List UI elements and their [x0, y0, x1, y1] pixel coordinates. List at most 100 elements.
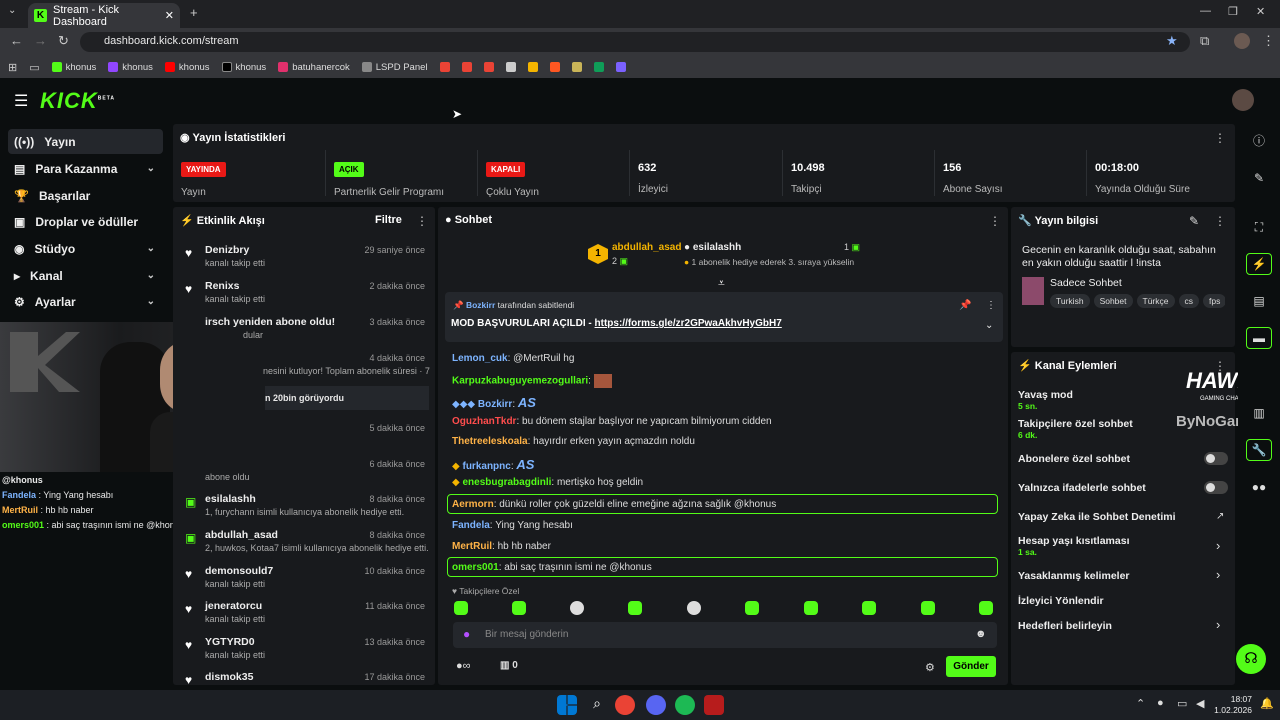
back-icon[interactable]: ←: [10, 33, 23, 48]
info-menu-icon[interactable]: ⋮: [1214, 214, 1226, 228]
bookmark-youtube[interactable]: khonus: [164, 62, 210, 73]
apps-icon[interactable]: ⊞: [8, 61, 17, 74]
emote-only-toggle[interactable]: [1204, 481, 1228, 494]
emote-button[interactable]: [512, 601, 526, 615]
nav-item-channel[interactable]: ▸ Kanal ⌄: [8, 263, 163, 288]
emote-button[interactable]: [687, 601, 701, 615]
new-tab-icon[interactable]: +: [190, 5, 198, 20]
chevron-right-icon[interactable]: ›: [1216, 538, 1220, 553]
tag[interactable]: cs: [1178, 294, 1199, 308]
microphone-icon[interactable]: ●: [1157, 697, 1164, 709]
action-ai-moderation[interactable]: Yapay Zeka ile Sohbet Denetimi: [1018, 511, 1176, 523]
support-headset-icon[interactable]: ☊: [1236, 644, 1266, 674]
tray-overflow-icon[interactable]: ⌃: [1136, 697, 1145, 710]
nav-item-settings[interactable]: ⚙ Ayarlar ⌄: [8, 289, 163, 314]
users-icon[interactable]: ●●: [1246, 476, 1272, 498]
clock[interactable]: 18:07 1.02.2026: [1212, 694, 1252, 716]
emote-button[interactable]: [628, 601, 642, 615]
kick-logo[interactable]: KICKBETA: [40, 88, 115, 114]
action-goals[interactable]: Hedefleri belirleyin: [1018, 620, 1112, 632]
hamburger-menu-icon[interactable]: ☰: [14, 91, 28, 111]
volume-icon[interactable]: ◀: [1196, 697, 1204, 710]
tag[interactable]: Sohbet: [1093, 294, 1133, 308]
pinned-link[interactable]: https://forms.gle/zr2GPwaAkhvHyGbH7: [595, 318, 782, 329]
bookmark-x[interactable]: khonus: [221, 62, 266, 73]
folder-icon[interactable]: ▭: [29, 61, 39, 74]
lightning-icon[interactable]: ⚡: [1246, 253, 1272, 275]
bookmark-gmail-icon[interactable]: [439, 62, 450, 72]
bookmark-icon[interactable]: [571, 62, 582, 72]
bookmark-doc-icon[interactable]: [505, 62, 516, 72]
edit-icon[interactable]: ✎: [1189, 214, 1199, 228]
bookmark-icon[interactable]: [615, 62, 626, 72]
nav-item-studio[interactable]: ◉ Stüdyo ⌄: [8, 236, 163, 261]
user-avatar[interactable]: [1232, 89, 1254, 111]
edit-icon[interactable]: ✎: [1246, 167, 1272, 189]
close-window-icon[interactable]: ✕: [1256, 5, 1265, 18]
app-icon[interactable]: [704, 695, 724, 715]
profile-avatar[interactable]: [1234, 33, 1250, 49]
nav-item-stream[interactable]: ((•)) Yayın: [8, 129, 163, 154]
chrome-icon[interactable]: [615, 695, 635, 715]
bookmark-icon[interactable]: [549, 62, 560, 72]
action-raid[interactable]: İzleyici Yönlendir: [1018, 595, 1104, 607]
action-followers-only[interactable]: Takipçilere özel sohbet 6 dk.: [1018, 418, 1133, 440]
emoji-icon[interactable]: ☻: [975, 628, 987, 640]
tab-search-icon[interactable]: ⌄: [8, 5, 16, 16]
tag[interactable]: Turkish: [1050, 294, 1090, 308]
emote-button[interactable]: [454, 601, 468, 615]
tag[interactable]: Türkçe: [1136, 294, 1175, 308]
collapse-leaderboard-icon[interactable]: ⩡: [718, 276, 725, 291]
nav-item-drops[interactable]: ▣ Droplar ve ödüller: [8, 209, 163, 234]
network-icon[interactable]: ▭: [1177, 697, 1187, 710]
chevron-right-icon[interactable]: ›: [1216, 567, 1220, 582]
notification-bell-icon[interactable]: 🔔: [1260, 697, 1274, 710]
info-icon[interactable]: ⓘ: [1246, 129, 1272, 151]
browser-tab[interactable]: K Stream - Kick Dashboard ✕: [28, 3, 180, 28]
nav-item-achievements[interactable]: 🏆 Başarılar: [8, 183, 163, 208]
bookmark-gmail-icon[interactable]: [461, 62, 472, 72]
browser-menu-icon[interactable]: ⋮: [1262, 33, 1275, 49]
chevron-down-icon[interactable]: ⌄: [985, 320, 993, 331]
bookmark-gmail-icon[interactable]: [483, 62, 494, 72]
microphone-icon[interactable]: ●: [463, 627, 470, 641]
action-account-age[interactable]: Hesap yaşı kısıtlaması 1 sa.: [1018, 535, 1130, 557]
bookmark-instagram[interactable]: batuhanercok: [278, 62, 350, 73]
emote-button[interactable]: [745, 601, 759, 615]
feed-menu-icon[interactable]: ⋮: [416, 214, 428, 228]
bookmark-kick[interactable]: khonus: [51, 62, 96, 73]
send-button[interactable]: Gönder: [946, 656, 996, 677]
wrench-icon[interactable]: 🔧: [1246, 439, 1272, 461]
chat-users-icon[interactable]: ●∞: [456, 660, 471, 672]
bookmark-star-icon[interactable]: ★: [1166, 33, 1178, 49]
extensions-icon[interactable]: ⧉: [1200, 33, 1209, 49]
channel-points[interactable]: ▥ 0: [500, 660, 518, 671]
url-bar[interactable]: dashboard.kick.com/stream: [80, 32, 1190, 52]
stats-menu-icon[interactable]: ⋮: [1214, 131, 1226, 145]
chevron-right-icon[interactable]: ›: [1216, 617, 1220, 632]
close-tab-icon[interactable]: ✕: [165, 9, 174, 22]
screen-capture-icon[interactable]: ⛶: [1246, 216, 1272, 238]
shop-icon[interactable]: ▥: [1246, 402, 1272, 424]
nav-item-monetization[interactable]: ▤ Para Kazanma ⌄: [8, 156, 163, 181]
bookmark-sheets-icon[interactable]: [593, 62, 604, 72]
forward-icon[interactable]: →: [34, 33, 47, 48]
unpin-icon[interactable]: 📌: [959, 300, 971, 311]
emote-button[interactable]: [979, 601, 993, 615]
subscribers-only-toggle[interactable]: [1204, 452, 1228, 465]
minimize-icon[interactable]: —: [1200, 5, 1211, 17]
chat-settings-icon[interactable]: ⚙: [925, 661, 935, 674]
spotify-icon[interactable]: [675, 695, 695, 715]
search-icon[interactable]: ⌕: [587, 695, 607, 715]
bookmark-twitch[interactable]: khonus: [108, 62, 153, 73]
stream-category[interactable]: Sadece Sohbet: [1050, 277, 1122, 289]
emote-button[interactable]: [862, 601, 876, 615]
bookmark-icon[interactable]: [527, 62, 538, 72]
action-banned-words[interactable]: Yasaklanmış kelimeler: [1018, 570, 1130, 582]
document-icon[interactable]: ▤: [1246, 290, 1272, 312]
chat-input[interactable]: ● Bir mesaj gönderin ☻: [453, 622, 997, 648]
emote-button[interactable]: [804, 601, 818, 615]
emote-button[interactable]: [921, 601, 935, 615]
external-link-icon[interactable]: ↗: [1216, 511, 1224, 522]
discord-icon[interactable]: [646, 695, 666, 715]
